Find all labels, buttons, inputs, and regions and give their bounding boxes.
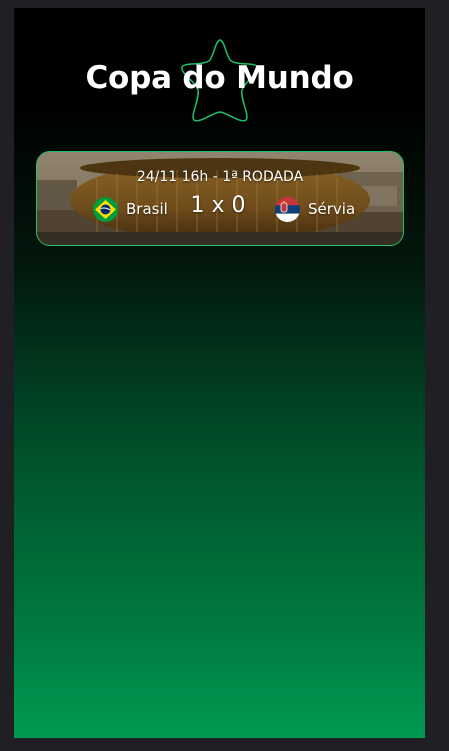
app-screen: Copa do Mundo 24/11 16h - 1ª RODADA Bras…: [14, 8, 425, 738]
brazil-flag-icon: [93, 196, 118, 222]
home-team: Brasil: [93, 195, 168, 223]
header: Copa do Mundo: [14, 36, 425, 132]
away-team: Sérvia: [275, 195, 355, 223]
match-card[interactable]: 24/11 16h - 1ª RODADA Brasil 1 x 0 Sérvi…: [36, 151, 404, 246]
match-info: 24/11 16h - 1ª RODADA: [136, 169, 304, 185]
serbia-flag-icon: [275, 196, 300, 222]
page-title: Copa do Mundo: [85, 60, 354, 96]
home-team-name: Brasil: [126, 200, 168, 218]
away-team-name: Sérvia: [308, 200, 356, 218]
match-score: 1 x 0: [190, 193, 246, 218]
match-row: Brasil 1 x 0 Sérvia: [37, 193, 403, 223]
